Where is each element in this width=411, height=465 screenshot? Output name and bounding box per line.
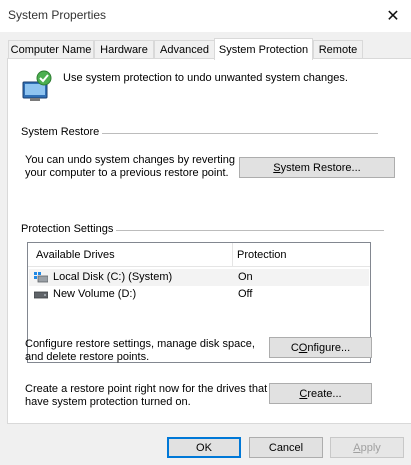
- drives-list-header: Available Drives Protection: [28, 243, 370, 267]
- apply-button[interactable]: Apply: [330, 437, 404, 458]
- tab-system-protection[interactable]: System Protection: [214, 38, 313, 60]
- drive-name: New Volume (D:): [53, 288, 137, 300]
- create-description: Create a restore point right now for the…: [25, 383, 268, 408]
- intro-text: Use system protection to undo unwanted s…: [63, 72, 348, 84]
- title-bar: System Properties ✕: [0, 0, 411, 32]
- column-protection[interactable]: Protection: [237, 249, 287, 261]
- drive-protection-status: On: [238, 271, 253, 283]
- column-available-drives[interactable]: Available Drives: [36, 249, 115, 261]
- system-restore-heading: System Restore: [21, 126, 103, 138]
- close-button[interactable]: ✕: [375, 0, 411, 32]
- window-title: System Properties: [8, 8, 107, 22]
- system-restore-description: You can undo system changes by reverting…: [25, 154, 235, 179]
- drive-icon: [34, 291, 48, 299]
- create-button[interactable]: Create...: [269, 383, 372, 404]
- protection-settings-heading: Protection Settings: [21, 223, 117, 235]
- tab-hardware[interactable]: Hardware: [94, 40, 154, 59]
- column-divider: [232, 243, 233, 267]
- tab-computer-name[interactable]: Computer Name: [8, 40, 94, 59]
- tab-strip: Computer Name Hardware Advanced System P…: [8, 38, 408, 60]
- tab-remote[interactable]: Remote: [313, 40, 363, 59]
- dialog-footer: OK Cancel Apply: [0, 424, 411, 465]
- drive-row-c[interactable]: Local Disk (C:) (System) On: [29, 269, 369, 286]
- system-protection-icon: [22, 70, 52, 101]
- tab-panel: Use system protection to undo unwanted s…: [7, 58, 411, 424]
- cancel-button[interactable]: Cancel: [249, 437, 323, 458]
- drive-name: Local Disk (C:) (System): [53, 271, 173, 283]
- close-icon: ✕: [386, 8, 400, 25]
- tab-advanced[interactable]: Advanced: [154, 40, 215, 59]
- ok-button[interactable]: OK: [167, 437, 241, 458]
- system-restore-button[interactable]: System Restore...: [239, 157, 395, 178]
- drive-protection-status: Off: [238, 288, 253, 300]
- system-drive-icon: [34, 272, 48, 283]
- configure-description: Configure restore settings, manage disk …: [25, 338, 255, 363]
- drive-row-d[interactable]: New Volume (D:) Off: [29, 286, 369, 303]
- configure-button[interactable]: C Onfigure...: [269, 337, 372, 358]
